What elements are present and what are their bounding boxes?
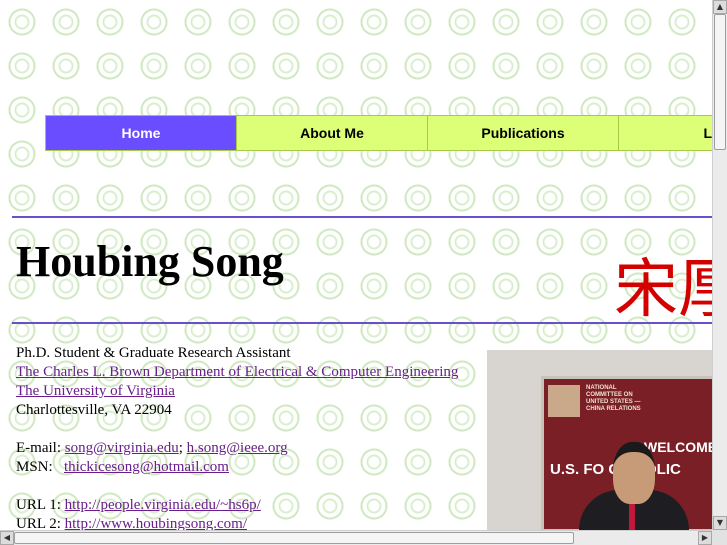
vertical-scrollbar[interactable]: ▲ ▼ <box>712 0 727 530</box>
vertical-scroll-thumb[interactable] <box>714 14 726 150</box>
nav-item-about-me[interactable]: About Me <box>237 116 428 150</box>
nav-item-links[interactable]: Lin <box>619 116 712 150</box>
msn-label: MSN: <box>16 459 53 475</box>
scroll-left-icon[interactable]: ◀ <box>0 531 14 545</box>
scroll-right-icon[interactable]: ▶ <box>698 531 712 545</box>
banner-logo <box>548 385 580 417</box>
banner-welcome-text: WELCOME <box>644 439 712 455</box>
msn-link[interactable]: thickicesong@hotmail.com <box>64 459 229 475</box>
divider-top <box>12 216 712 218</box>
page-viewport: Home About Me Publications Lin Houbing S… <box>0 0 712 530</box>
person-head <box>613 442 655 504</box>
email-link-ieee[interactable]: h.song@ieee.org <box>187 440 288 456</box>
email-separator: ; <box>178 440 183 456</box>
scrollbar-corner <box>712 530 727 545</box>
divider-bottom <box>12 322 712 324</box>
url1-label: URL 1: <box>16 497 61 513</box>
address-text: Charlottesville, VA 22904 <box>16 402 172 418</box>
department-link[interactable]: The Charles L. Brown Department of Elect… <box>16 364 458 380</box>
banner-org-text: NATIONAL COMMITTEE ON UNITED STATES — CH… <box>586 385 641 412</box>
horizontal-scroll-thumb[interactable] <box>14 532 574 544</box>
contact-info: Ph.D. Student & Graduate Research Assist… <box>16 344 458 530</box>
nav-item-home[interactable]: Home <box>46 116 237 150</box>
chinese-name: 宋厚 <box>614 253 712 327</box>
url2-label: URL 2: <box>16 516 61 530</box>
scroll-down-icon[interactable]: ▼ <box>713 516 727 530</box>
horizontal-scrollbar[interactable]: ◀ ▶ <box>0 530 712 545</box>
url1-link[interactable]: http://people.virginia.edu/~hs6p/ <box>65 497 261 513</box>
nav-item-publications[interactable]: Publications <box>428 116 619 150</box>
url2-link[interactable]: http://www.houbingsong.com/ <box>65 516 247 530</box>
scroll-up-icon[interactable]: ▲ <box>713 0 727 14</box>
position-text: Ph.D. Student & Graduate Research Assist… <box>16 345 291 361</box>
person-lanyard <box>629 500 635 530</box>
university-link[interactable]: The University of Virginia <box>16 383 175 399</box>
profile-photo: NATIONAL COMMITTEE ON UNITED STATES — CH… <box>487 350 712 530</box>
email-link-virginia[interactable]: song@virginia.edu <box>65 440 179 456</box>
email-label: E-mail: <box>16 440 61 456</box>
nav-bar: Home About Me Publications Lin <box>45 115 712 151</box>
page-title: Houbing Song <box>16 237 284 286</box>
